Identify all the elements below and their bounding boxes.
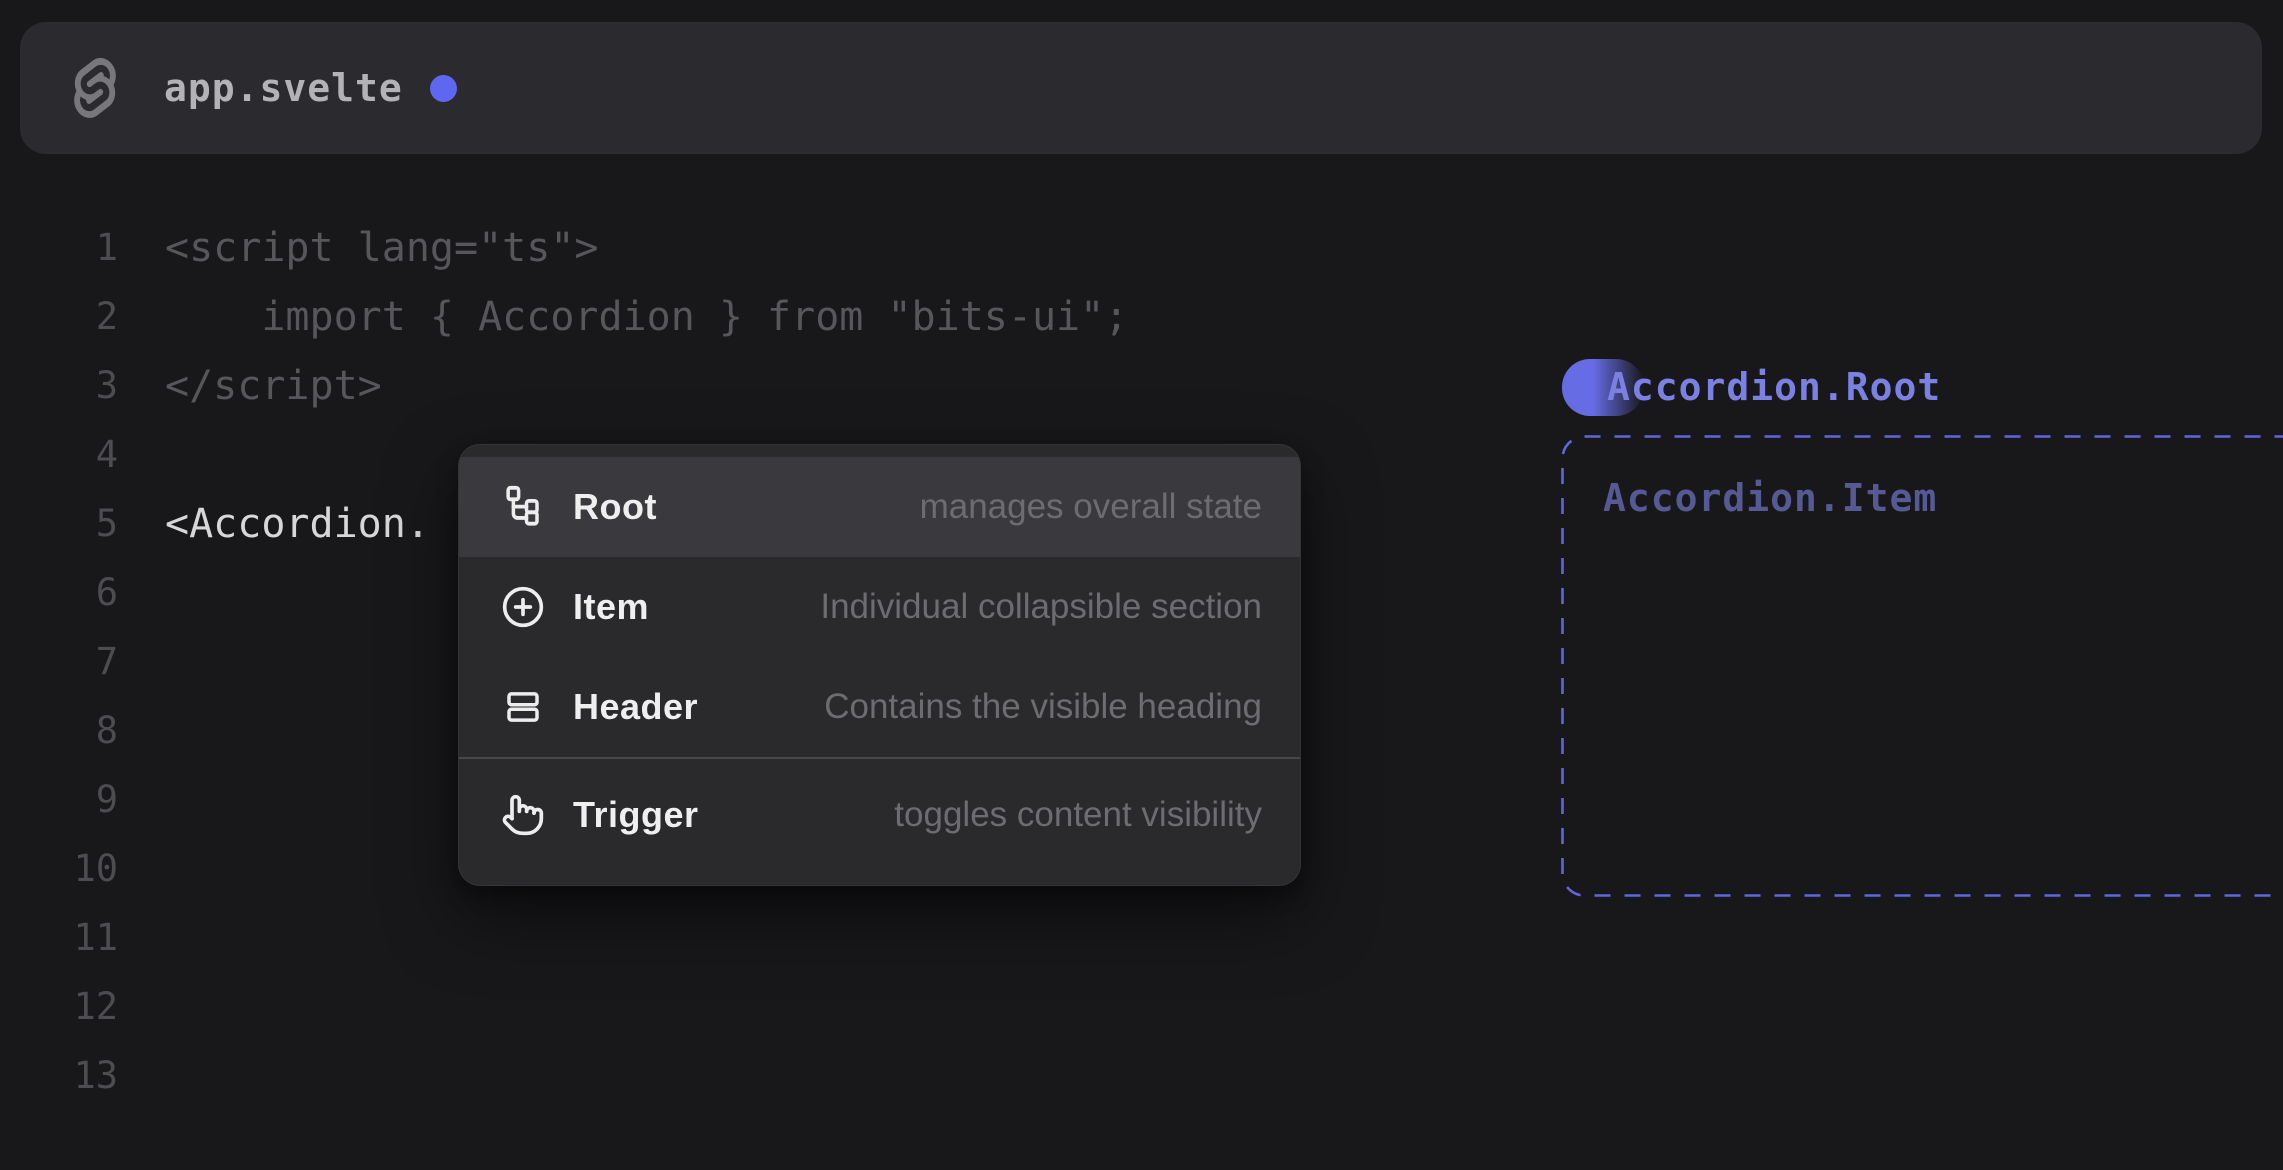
line-number: 8 (0, 709, 118, 752)
line-number: 2 (0, 295, 118, 338)
code-line[interactable]: 3</script> (0, 351, 1560, 420)
code-text: <script lang="ts"> (118, 225, 598, 271)
line-number: 1 (0, 226, 118, 269)
pointer-icon (501, 791, 545, 839)
line-number: 12 (0, 985, 118, 1028)
autocomplete-item-label: Root (573, 486, 657, 528)
autocomplete-item-description: toggles content visibility (894, 795, 1262, 835)
autocomplete-item-trigger[interactable]: Trigger toggles content visibility (459, 757, 1300, 871)
line-number: 13 (0, 1054, 118, 1097)
unsaved-indicator-dot (430, 75, 457, 102)
autocomplete-item-root[interactable]: Root manages overall state (459, 457, 1300, 557)
code-text: </script> (118, 363, 382, 409)
tab-filename: app.svelte (164, 66, 403, 110)
preview-accordion-item-label: Accordion.Item (1603, 476, 1937, 520)
circle-plus-icon (501, 583, 545, 631)
autocomplete-item-label: Header (573, 686, 698, 728)
line-number: 7 (0, 640, 118, 683)
code-line[interactable]: 11 (0, 903, 1560, 972)
preview-accordion-root-label: Accordion.Root (1607, 359, 1941, 416)
line-number: 9 (0, 778, 118, 821)
code-text: <Accordion. (118, 501, 430, 547)
code-line[interactable]: 2 import { Accordion } from "bits-ui"; (0, 282, 1560, 351)
autocomplete-item-description: Individual collapsible section (820, 587, 1262, 627)
line-number: 3 (0, 364, 118, 407)
autocomplete-item-header[interactable]: Header Contains the visible heading (459, 657, 1300, 757)
autocomplete-item-description: manages overall state (920, 487, 1262, 527)
autocomplete-menu: Root manages overall state Item Individu… (458, 444, 1301, 886)
autocomplete-item-label: Item (573, 586, 649, 628)
svelte-logo-icon (70, 58, 120, 118)
rows-icon (501, 683, 545, 731)
line-number: 10 (0, 847, 118, 890)
line-number: 6 (0, 571, 118, 614)
autocomplete-item-description: Contains the visible heading (824, 687, 1262, 727)
code-line[interactable]: 12 (0, 972, 1560, 1041)
code-line[interactable]: 1<script lang="ts"> (0, 213, 1560, 282)
autocomplete-item-label: Trigger (573, 794, 699, 836)
editor-window: app.svelte 1<script lang="ts"> 2 import … (0, 0, 2283, 1170)
line-number: 4 (0, 433, 118, 476)
code-line[interactable]: 13 (0, 1041, 1560, 1110)
tree-icon (501, 483, 545, 531)
line-number: 5 (0, 502, 118, 545)
tab-bar[interactable]: app.svelte (20, 22, 2262, 154)
line-number: 11 (0, 916, 118, 959)
autocomplete-item-item[interactable]: Item Individual collapsible section (459, 557, 1300, 657)
code-text: import { Accordion } from "bits-ui"; (118, 294, 1128, 340)
